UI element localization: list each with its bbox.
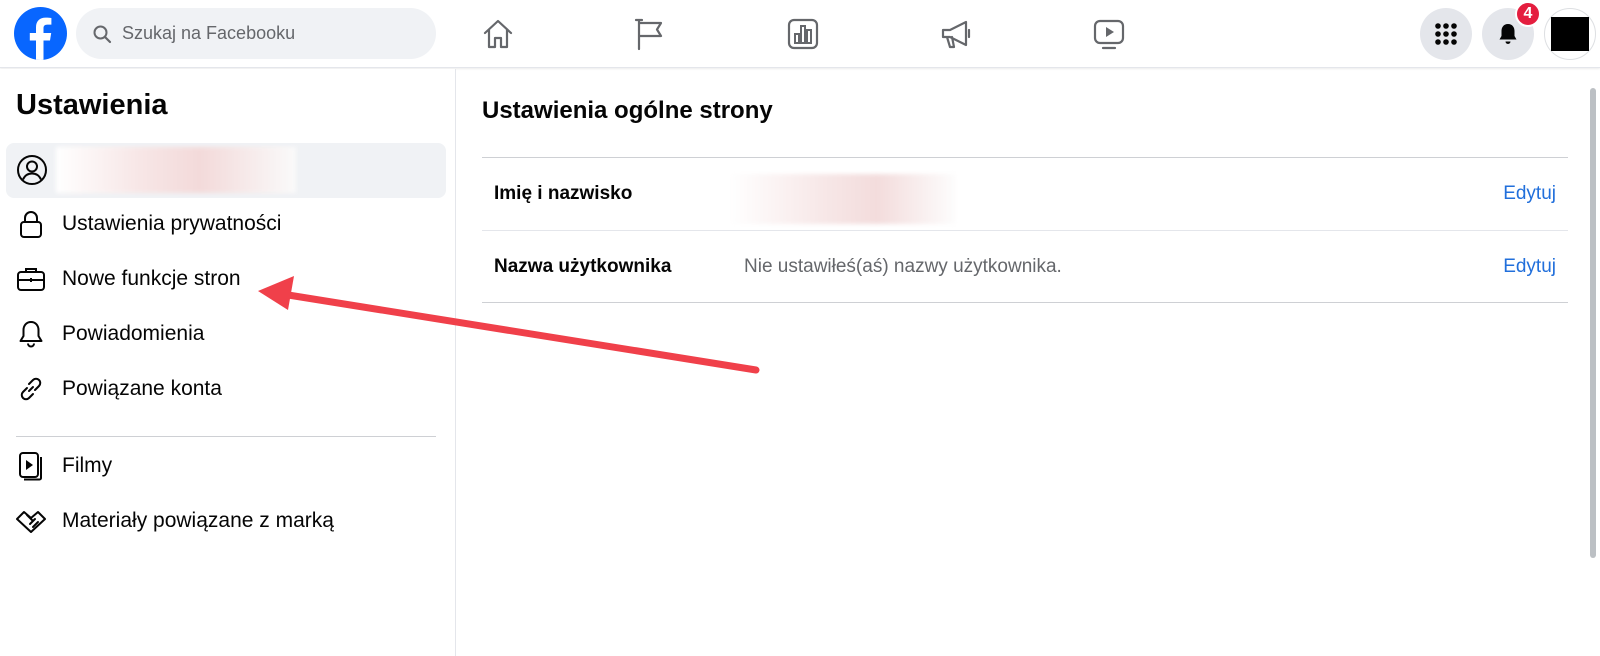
home-icon[interactable] bbox=[478, 14, 518, 54]
sidebar-item-label: Filmy bbox=[62, 454, 113, 477]
row-label: Imię i nazwisko bbox=[494, 183, 633, 204]
facebook-logo-icon[interactable] bbox=[14, 7, 67, 60]
sidebar-item-label: Materiały powiązane z marką bbox=[62, 509, 334, 532]
menu-grid-button[interactable] bbox=[1420, 8, 1472, 60]
user-circle-icon bbox=[17, 155, 47, 185]
account-avatar[interactable] bbox=[1544, 8, 1596, 60]
link-icon bbox=[20, 377, 42, 401]
video-icon bbox=[19, 452, 42, 481]
settings-row-name: Imię i nazwisko Edytuj bbox=[482, 158, 1568, 230]
sidebar-item-notifications[interactable]: Powiadomienia bbox=[16, 312, 436, 356]
sidebar-item-linked-accounts[interactable]: Powiązane konta bbox=[16, 367, 436, 411]
page-title: Ustawienia ogólne strony bbox=[482, 97, 773, 124]
edit-username-button[interactable]: Edytuj bbox=[1503, 256, 1556, 278]
handshake-icon bbox=[16, 511, 46, 533]
bell-icon bbox=[19, 321, 43, 348]
sidebar-item-privacy[interactable]: Ustawienia prywatności bbox=[16, 202, 436, 246]
page-scrollbar[interactable] bbox=[1590, 88, 1596, 558]
sidebar-item-label: Powiązane konta bbox=[62, 377, 222, 400]
briefcase-icon bbox=[17, 268, 45, 291]
search-input[interactable] bbox=[122, 23, 422, 44]
sidebar-item-profile[interactable] bbox=[6, 143, 446, 198]
grid-icon bbox=[1435, 23, 1457, 45]
bell-icon bbox=[1499, 24, 1517, 44]
search-icon bbox=[93, 25, 112, 43]
sidebar-item-videos[interactable]: Filmy bbox=[16, 444, 436, 488]
sidebar-divider bbox=[16, 436, 436, 437]
search-bar[interactable] bbox=[76, 8, 436, 59]
insights-chart-icon[interactable] bbox=[783, 14, 823, 54]
notifications-button[interactable]: 4 bbox=[1482, 1, 1541, 60]
general-settings-table: Imię i nazwisko Edytuj Nazwa użytkownika… bbox=[482, 157, 1568, 303]
sidebar-item-label: Ustawienia prywatności bbox=[62, 212, 282, 235]
sidebar-item-label: Nowe funkcje stron bbox=[62, 267, 241, 290]
sidebar-item-branded-content[interactable]: Materiały powiązane z marką bbox=[16, 499, 436, 543]
sidebar-title: Ustawienia bbox=[16, 89, 168, 121]
redacted-profile-name bbox=[56, 147, 296, 193]
settings-sidebar: Ustawienia Ustawienia prywatności Nowe f… bbox=[0, 69, 456, 656]
flag-icon[interactable] bbox=[630, 14, 670, 54]
sidebar-item-label: Powiadomienia bbox=[62, 322, 205, 345]
sidebar-item-new-page-features[interactable]: Nowe funkcje stron bbox=[16, 257, 436, 301]
redacted-name-value bbox=[730, 174, 956, 224]
lock-icon bbox=[20, 211, 42, 238]
settings-row-username: Nazwa użytkownika Nie ustawiłeś(aś) nazw… bbox=[482, 230, 1568, 302]
edit-name-button[interactable]: Edytuj bbox=[1503, 183, 1556, 205]
row-value: Nie ustawiłeś(aś) nazwy użytkownika. bbox=[744, 255, 1062, 277]
notification-badge: 4 bbox=[1515, 1, 1541, 27]
top-bar: 4 bbox=[0, 0, 1600, 68]
row-label: Nazwa użytkownika bbox=[494, 255, 672, 277]
video-play-icon[interactable] bbox=[1089, 14, 1129, 54]
megaphone-icon[interactable] bbox=[936, 14, 976, 54]
